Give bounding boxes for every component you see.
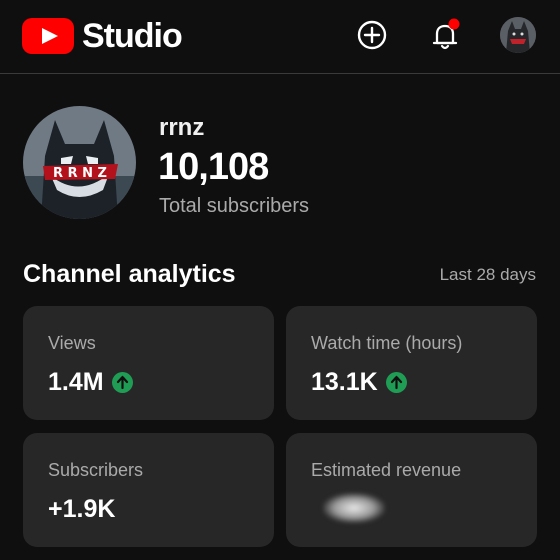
views-card[interactable]: Views 1.4M [23,306,274,420]
youtube-studio-logo[interactable]: Studio [22,17,183,55]
trend-up-icon [385,372,407,393]
watch-time-card[interactable]: Watch time (hours) 13.1K [286,306,537,420]
card-label: Estimated revenue [311,460,462,480]
app-name: Studio [82,17,183,55]
card-value: 1.4M [48,368,104,396]
card-value-row: 1.4M [48,368,133,397]
card-value: +1.9K [48,495,116,523]
avatar-logo-text: R R N Z [53,166,107,181]
channel-name: rrnz [159,114,205,141]
card-label: Watch time (hours) [311,333,463,353]
total-subscribers-label: Total subscribers [159,195,310,217]
estimated-revenue-card[interactable]: Estimated revenue [286,433,537,547]
card-label: Views [48,333,96,353]
channel-analytics-title: Channel analytics [23,260,236,288]
account-avatar[interactable] [500,17,536,53]
total-subscribers-count: 10,108 [158,146,269,188]
card-value: 13.1K [311,368,378,396]
trend-up-icon [111,372,133,393]
channel-avatar[interactable]: R R N Z [23,106,136,219]
card-value-row: 13.1K [311,368,407,397]
card-label: Subscribers [48,460,144,480]
redacted-revenue-value [323,493,385,523]
card-value-row: +1.9K [48,495,115,524]
notification-dot [448,18,460,30]
top-app-bar: Studio [0,0,560,74]
youtube-logo-icon [22,18,74,54]
notification-bell-icon[interactable] [426,16,464,54]
subscribers-card[interactable]: Subscribers +1.9K [23,433,274,547]
analytics-period[interactable]: Last 28 days [440,265,536,285]
create-icon[interactable] [353,16,391,54]
